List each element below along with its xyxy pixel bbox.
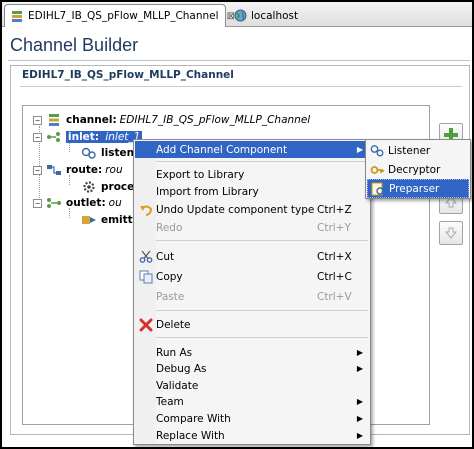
menu-item-label: Undo Update component type: [156, 203, 315, 216]
menu-item-label: Copy: [156, 270, 183, 283]
menu-item-run-as[interactable]: Run As ▶: [135, 344, 369, 361]
copy-icon: [139, 270, 153, 284]
outlet-name: ou: [108, 197, 122, 209]
tab-channel-editor-label: EDIHL7_IB_QS_pFlow_MLLP_Channel: [28, 10, 219, 22]
gear-icon: [81, 180, 97, 194]
menu-item-label: Team: [156, 395, 184, 408]
menu-item-shortcut: Ctrl+C: [317, 270, 352, 283]
tree-node-processor[interactable]: proce: [81, 179, 137, 195]
menu-item-shortcut: Ctrl+X: [317, 250, 352, 263]
menu-item-label: Export to Library: [156, 168, 245, 181]
tab-channel-editor[interactable]: EDIHL7_IB_QS_pFlow_MLLP_Channel ⊠: [4, 4, 235, 27]
channel-file-icon: [11, 10, 23, 23]
scissors-icon: [139, 250, 153, 264]
menu-item-label: Import from Library: [156, 185, 259, 198]
submenu-arrow-icon: ▶: [356, 364, 363, 373]
menu-item-label: Delete: [156, 318, 191, 331]
menu-item-label: Compare With: [156, 412, 231, 425]
menu-item-label: Cut: [156, 250, 175, 263]
menu-item-add-channel-component[interactable]: Add Channel Component ▶: [135, 141, 369, 158]
channel-keyword: channel:: [66, 114, 117, 126]
outlet-keyword: outlet:: [66, 197, 106, 209]
page-title-divider: [8, 60, 470, 61]
submenu-arrow-icon: ▶: [356, 145, 363, 154]
route-name: rou: [105, 164, 123, 176]
key-icon: [370, 163, 384, 177]
menu-item-validate[interactable]: Validate: [135, 377, 369, 394]
channel-name: EDIHL7_IB_QS_pFlow_MLLP_Channel: [119, 114, 311, 126]
tree-node-inlet[interactable]: − inlet: inlet_1: [33, 129, 143, 145]
tree-node-channel[interactable]: − channel: EDIHL7_IB_QS_pFlow_MLLP_Chann…: [33, 112, 310, 128]
page-title: Channel Builder: [10, 35, 139, 55]
menu-separator: [156, 337, 368, 338]
menu-item-team[interactable]: Team ▶: [135, 393, 369, 410]
delete-x-icon: [139, 318, 153, 332]
section-title: EDIHL7_IB_QS_pFlow_MLLP_Channel: [22, 69, 234, 81]
channel-icon: [46, 113, 62, 127]
route-icon: [46, 163, 62, 177]
menu-item-cut[interactable]: Cut Ctrl+X: [135, 248, 369, 265]
menu-item-export-to-library[interactable]: Export to Library: [135, 166, 369, 183]
menu-item-redo[interactable]: Redo Ctrl+Y: [135, 219, 369, 236]
submenu-arrow-icon: ▶: [356, 397, 363, 406]
inlet-selected-label: inlet: inlet_1: [66, 131, 143, 143]
window-frame: EDIHL7_IB_QS_pFlow_MLLP_Channel ⊠ localh…: [0, 0, 474, 449]
outlet-icon: [46, 196, 62, 210]
submenu-item-decryptor[interactable]: Decryptor: [367, 160, 469, 179]
menu-item-import-from-library[interactable]: Import from Library: [135, 183, 369, 200]
menu-item-label: Debug As: [156, 362, 207, 375]
tree-node-outlet[interactable]: − outlet: ou: [33, 195, 122, 211]
menu-item-copy[interactable]: Copy Ctrl+C: [135, 268, 369, 285]
submenu-item-preparser[interactable]: Preparser: [367, 179, 469, 198]
menu-item-label: Validate: [156, 379, 199, 392]
collapse-toggle[interactable]: −: [33, 165, 42, 175]
tab-localhost-label: localhost: [251, 9, 299, 22]
route-keyword: route:: [66, 164, 103, 176]
menu-item-delete[interactable]: Delete: [135, 316, 369, 333]
collapse-toggle[interactable]: −: [33, 132, 42, 142]
submenu-arrow-icon: ▶: [356, 348, 363, 357]
menu-item-shortcut: Ctrl+Z: [317, 203, 352, 216]
undo-icon: [139, 203, 153, 217]
menu-item-label: Replace With: [156, 429, 225, 442]
menu-separator: [156, 310, 368, 311]
menu-separator: [156, 240, 368, 241]
menu-item-debug-as[interactable]: Debug As ▶: [135, 360, 369, 377]
inlet-keyword: inlet:: [68, 131, 100, 143]
processor-label: proce: [101, 181, 135, 193]
section-divider: [20, 86, 462, 87]
menu-item-compare-with[interactable]: Compare With ▶: [135, 410, 369, 427]
menu-separator: [156, 161, 368, 162]
emitter-icon: [81, 213, 97, 227]
listener-icon: [81, 146, 97, 160]
collapse-toggle[interactable]: −: [33, 115, 42, 125]
submenu-arrow-icon: ▶: [356, 414, 363, 423]
context-menu: Add Channel Component ▶ Export to Librar…: [133, 139, 371, 445]
listener-icon: [370, 144, 384, 158]
menu-item-label: Redo: [156, 221, 183, 234]
submenu-item-label: Listener: [388, 144, 431, 157]
submenu-arrow-icon: ▶: [356, 431, 363, 440]
preparser-icon: [371, 182, 385, 196]
collapse-toggle[interactable]: −: [33, 198, 42, 208]
menu-item-paste[interactable]: Paste Ctrl+V: [135, 288, 369, 305]
submenu-item-label: Preparser: [389, 182, 440, 195]
menu-item-replace-with[interactable]: Replace With ▶: [135, 427, 369, 444]
submenu-item-label: Decryptor: [388, 163, 441, 176]
menu-item-label: Run As: [156, 346, 193, 359]
editor-tab-bar: EDIHL7_IB_QS_pFlow_MLLP_Channel ⊠ localh…: [2, 2, 472, 27]
arrow-down-icon: [444, 227, 458, 239]
submenu-item-listener[interactable]: Listener: [367, 141, 469, 160]
tab-localhost[interactable]: localhost: [228, 4, 320, 27]
tree-node-route[interactable]: − route: rou: [33, 162, 123, 178]
menu-item-undo[interactable]: Undo Update component type Ctrl+Z: [135, 201, 369, 218]
move-down-button[interactable]: [439, 221, 463, 245]
menu-item-shortcut: Ctrl+V: [317, 290, 352, 303]
menu-item-label: Add Channel Component: [156, 143, 288, 156]
globe-icon: [234, 9, 247, 22]
menu-item-shortcut: Ctrl+Y: [317, 221, 351, 234]
menu-item-label: Paste: [156, 290, 185, 303]
add-component-submenu: Listener Decryptor Preparser: [365, 139, 471, 199]
inlet-icon: [46, 130, 62, 144]
